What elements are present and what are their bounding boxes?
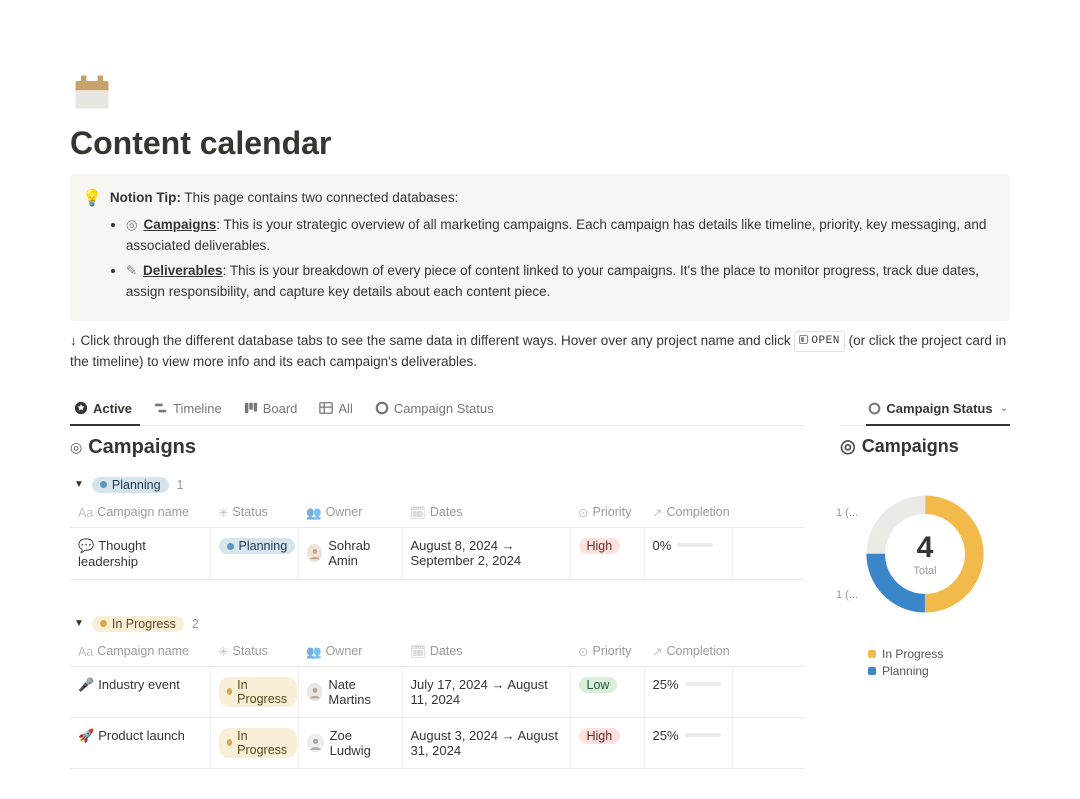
chevron-down-icon[interactable]: ▼: [74, 618, 84, 629]
side-peek-icon: [799, 335, 808, 344]
page-icon: [70, 70, 1010, 117]
status-pill-planning: Planning: [92, 477, 169, 493]
progress-bar: [685, 682, 721, 686]
tab-active[interactable]: Active: [70, 395, 140, 426]
campaigns-table-inprogress: AaCampaign name ✳Status 👥Owner 🗓Dates ⊙P…: [70, 638, 804, 769]
col-priority[interactable]: ⊙Priority: [570, 499, 644, 528]
col-dates[interactable]: 🗓Dates: [402, 638, 570, 667]
star-badge-icon: [74, 401, 88, 415]
donut-side-label: 1 (...: [836, 507, 858, 519]
donut-icon: [868, 402, 881, 415]
table-row[interactable]: 💬Thought leadership Planning Sohrab Amin…: [70, 527, 804, 579]
donut-total-label: Total: [913, 565, 936, 577]
callout-item-deliverables: ✎ Deliverables: This is your breakdown o…: [126, 261, 994, 303]
row-emoji: 🚀: [78, 728, 94, 743]
campaign-name[interactable]: Industry event: [98, 677, 180, 692]
right-tab-campaign-status[interactable]: Campaign Status ⌄: [866, 395, 1010, 426]
callout-intro: This page contains two connected databas…: [184, 190, 458, 205]
progress-bar: [677, 543, 713, 547]
group-count: 1: [177, 478, 184, 492]
target-icon: ◎: [126, 217, 138, 232]
db-title[interactable]: Campaigns: [88, 436, 196, 459]
tab-all[interactable]: All: [315, 395, 360, 426]
completion-pct: 0%: [653, 538, 672, 553]
doc-icon: ✎: [126, 263, 137, 278]
status-donut-chart: 4 Total 1 (... 1 (...: [860, 489, 990, 619]
group-header-inprogress[interactable]: ▼ In Progress 2: [70, 606, 804, 638]
donut-icon: [375, 401, 389, 415]
tip-callout: 💡 Notion Tip: This page contains two con…: [70, 174, 1010, 321]
status-pill-inprogress: In Progress: [92, 616, 184, 632]
col-priority[interactable]: ⊙Priority: [570, 638, 644, 667]
chevron-down-icon[interactable]: ▼: [74, 479, 84, 490]
board-icon: [244, 401, 258, 415]
db-tabs: Active Timeline Board All Campaign Statu…: [70, 395, 804, 426]
row-emoji: 🎤: [78, 677, 94, 692]
dates-cell[interactable]: August 3, 2024 → August 31, 2024: [402, 717, 570, 768]
callout-item-campaigns: ◎ Campaigns: This is your strategic over…: [126, 215, 994, 257]
campaign-name[interactable]: Product launch: [98, 728, 185, 743]
tab-timeline[interactable]: Timeline: [150, 395, 230, 426]
completion-pct: 25%: [653, 728, 679, 743]
table-icon: [319, 401, 333, 415]
group-header-planning[interactable]: ▼ Planning 1: [70, 467, 804, 499]
timeline-icon: [154, 401, 168, 415]
status-pill[interactable]: Planning: [219, 538, 296, 554]
priority-pill[interactable]: High: [579, 538, 621, 554]
col-completion[interactable]: ↗Completion: [644, 638, 732, 667]
avatar: [307, 683, 323, 701]
dates-cell[interactable]: August 8, 2024 → September 2, 2024: [402, 527, 570, 579]
col-name[interactable]: AaCampaign name: [70, 638, 210, 667]
right-db-title[interactable]: Campaigns: [862, 436, 959, 457]
legend-dot-planning: [868, 667, 876, 675]
owner-name[interactable]: Zoe Ludwig: [330, 728, 394, 758]
priority-pill[interactable]: High: [579, 728, 621, 744]
chevron-down-icon[interactable]: ⌄: [1000, 403, 1008, 414]
col-name[interactable]: AaCampaign name: [70, 499, 210, 528]
donut-legend: In Progress Planning: [840, 647, 1010, 678]
tab-campaign-status[interactable]: Campaign Status: [371, 395, 502, 426]
col-dates[interactable]: 🗓Dates: [402, 499, 570, 528]
col-status[interactable]: ✳Status: [210, 499, 298, 528]
col-owner[interactable]: 👥Owner: [298, 638, 402, 667]
avatar: [307, 544, 323, 562]
campaigns-table-planning: AaCampaign name ✳Status 👥Owner 🗓Dates ⊙P…: [70, 499, 804, 580]
priority-pill[interactable]: Low: [579, 677, 618, 693]
legend-dot-inprogress: [868, 650, 876, 658]
target-icon: ◎: [70, 439, 82, 456]
tab-board[interactable]: Board: [240, 395, 306, 426]
status-pill[interactable]: In Progress: [219, 728, 297, 758]
col-status[interactable]: ✳Status: [210, 638, 298, 667]
group-count: 2: [192, 617, 199, 631]
lightbulb-icon: 💡: [82, 188, 102, 307]
donut-total-number: 4: [917, 531, 934, 565]
avatar: [307, 734, 324, 752]
row-emoji: 💬: [78, 538, 94, 553]
owner-name[interactable]: Nate Martins: [328, 677, 393, 707]
target-icon: ◎: [840, 436, 856, 457]
donut-side-label: 1 (...: [836, 589, 858, 601]
col-completion[interactable]: ↗Completion: [644, 499, 732, 528]
owner-name[interactable]: Sohrab Amin: [328, 538, 393, 568]
callout-heading: Notion Tip:: [110, 190, 181, 205]
progress-bar: [685, 733, 721, 737]
table-row[interactable]: 🚀 Product launch In Progress Zoe Ludwig A…: [70, 717, 804, 768]
page-title: Content calendar: [70, 125, 1010, 162]
completion-pct: 25%: [653, 677, 679, 692]
hint-text: ↓ Click through the different database t…: [70, 331, 1010, 373]
open-pill: OPEN: [794, 331, 844, 352]
col-owner[interactable]: 👥Owner: [298, 499, 402, 528]
status-pill[interactable]: In Progress: [219, 677, 297, 707]
